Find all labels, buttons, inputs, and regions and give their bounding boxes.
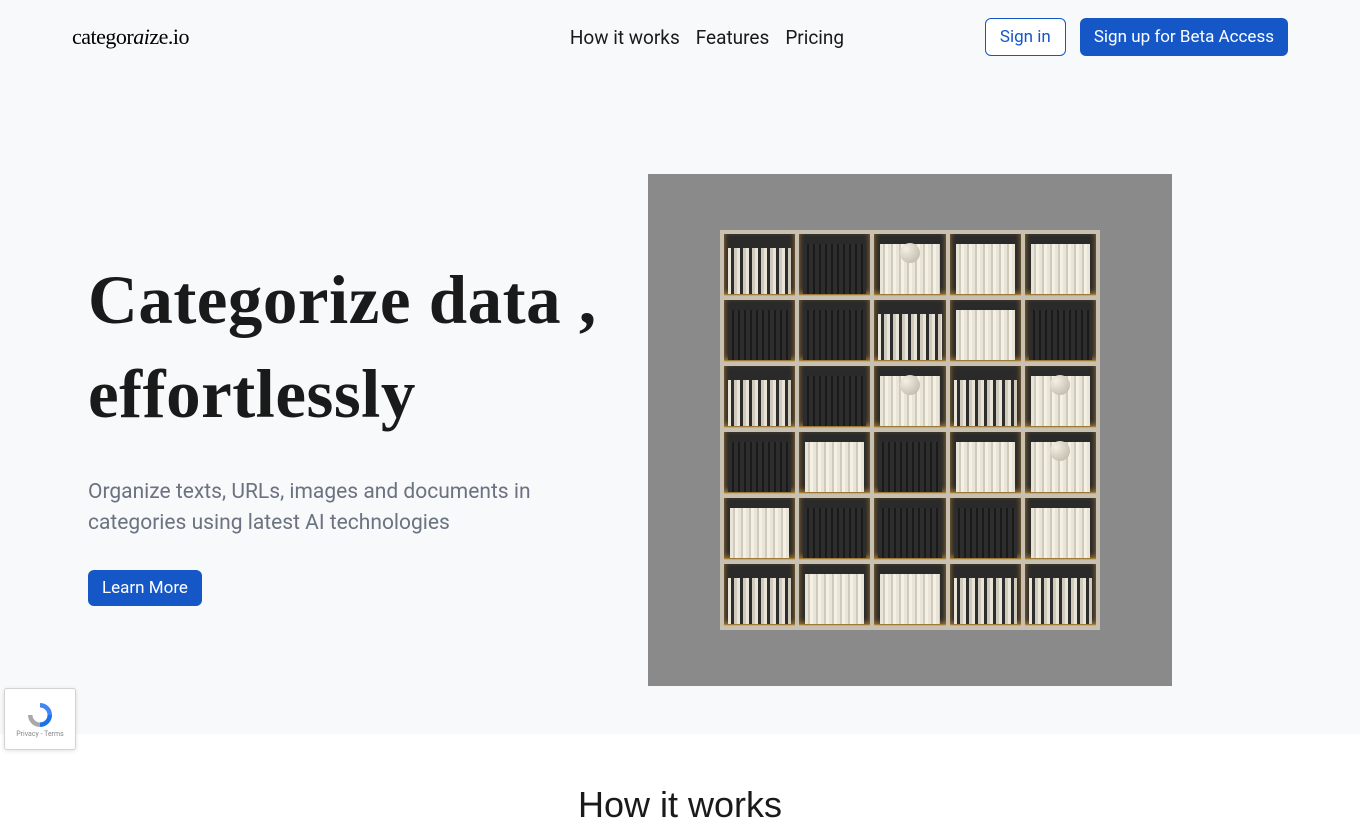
logo-text-post: ze.io: [149, 24, 189, 49]
header-actions: Sign in Sign up for Beta Access: [985, 18, 1288, 56]
logo-text-pre: categor: [72, 24, 133, 49]
hero-content: Categorize data , effortlessly Organize …: [88, 254, 628, 605]
recaptcha-privacy[interactable]: Privacy: [16, 730, 39, 738]
nav-features[interactable]: Features: [696, 26, 770, 49]
how-it-works-title: How it works: [0, 784, 1360, 826]
hero-subtitle: Organize texts, URLs, images and documen…: [88, 477, 578, 540]
bookshelf-image: [648, 174, 1172, 686]
signup-button[interactable]: Sign up for Beta Access: [1080, 18, 1288, 56]
header: categoraize.io How it works Features Pri…: [0, 0, 1360, 74]
nav-pricing[interactable]: Pricing: [785, 26, 844, 49]
how-it-works-section: How it works: [0, 734, 1360, 826]
hero-title-line2: effortlessly: [88, 356, 416, 432]
hero-section: Categorize data , effortlessly Organize …: [0, 74, 1360, 686]
nav-how-it-works[interactable]: How it works: [570, 26, 680, 49]
bookshelf: [720, 230, 1100, 630]
hero-title-line1: Categorize data ,: [88, 262, 597, 338]
learn-more-button[interactable]: Learn More: [88, 570, 202, 606]
hero-title: Categorize data , effortlessly: [88, 254, 628, 440]
nav: How it works Features Pricing: [570, 26, 844, 49]
logo[interactable]: categoraize.io: [72, 24, 189, 50]
recaptcha-terms[interactable]: Terms: [44, 730, 64, 738]
recaptcha-badge[interactable]: Privacy - Terms: [4, 688, 76, 750]
recaptcha-icon: [25, 700, 55, 730]
signin-button[interactable]: Sign in: [985, 18, 1066, 56]
recaptcha-links: Privacy - Terms: [16, 730, 64, 738]
logo-text-ai: ai: [133, 24, 149, 49]
hero-image-container: [648, 174, 1288, 686]
